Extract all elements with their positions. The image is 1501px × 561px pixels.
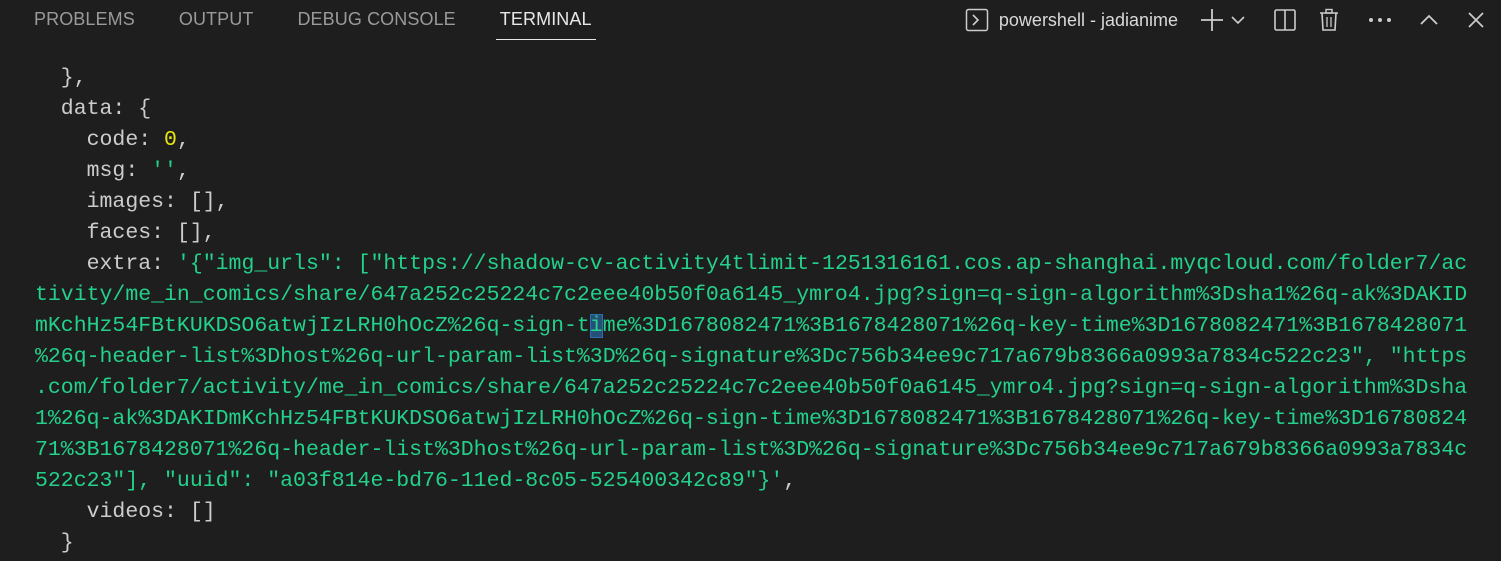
panel-actions: powershell - jadianime	[965, 0, 1501, 40]
tab-output[interactable]: OUTPUT	[179, 0, 254, 40]
terminal-icon	[965, 8, 989, 32]
panel-header: PROBLEMS OUTPUT DEBUG CONSOLE TERMINAL p…	[0, 0, 1501, 40]
chevron-down-icon[interactable]	[1229, 5, 1247, 35]
ellipsis-icon[interactable]	[1365, 5, 1395, 35]
terminal-line: .com/folder7/activity/me_in_comics/share…	[35, 376, 1468, 400]
terminal-line: extra: '{"img_urls": ["https://shadow-cv…	[35, 252, 1468, 276]
terminal-line: 522c23"], "uuid": "a03f814e-bd76-11ed-8c…	[35, 469, 797, 493]
plus-icon[interactable]	[1197, 5, 1227, 35]
terminal-line: images: [],	[35, 190, 229, 214]
terminal-line: tivity/me_in_comics/share/647a252c25224c…	[35, 283, 1468, 307]
chevron-up-icon[interactable]	[1414, 5, 1444, 35]
tab-terminal[interactable]: TERMINAL	[495, 0, 596, 40]
terminal-line: msg: '',	[35, 159, 190, 183]
terminal-line: code: 0,	[35, 128, 190, 152]
panel-tabs: PROBLEMS OUTPUT DEBUG CONSOLE TERMINAL	[34, 0, 640, 40]
tab-problems[interactable]: PROBLEMS	[34, 0, 135, 40]
terminal-line: 71%3B1678428071%26q-header-list%3Dhost%2…	[35, 438, 1468, 462]
terminal-name: powershell - jadianime	[998, 9, 1178, 30]
terminal-line: }	[35, 531, 74, 555]
terminal-line: data: {	[35, 97, 152, 121]
terminal-selector[interactable]: powershell - jadianime	[965, 8, 1178, 32]
tab-debug-console[interactable]: DEBUG CONSOLE	[297, 0, 455, 40]
terminal-line: faces: [],	[35, 221, 216, 245]
terminal-scrollbar[interactable]	[1487, 40, 1501, 561]
terminal-output[interactable]: }, data: { code: 0, msg: '', images: [],…	[0, 60, 1501, 561]
terminal-line: 1%26q-ak%3DAKIDmKchHz54FBtKUKDSO6atwjIzL…	[35, 407, 1468, 431]
terminal-line: videos: []	[35, 500, 216, 524]
terminal-line: mKchHz54FBtKUKDSO6atwjIzLRH0hOcZ%26q-sig…	[35, 314, 1468, 338]
terminal-line: %26q-header-list%3Dhost%26q-url-param-li…	[35, 345, 1468, 369]
split-icon[interactable]	[1270, 5, 1300, 35]
terminal-cursor: i	[589, 314, 603, 338]
trash-icon[interactable]	[1314, 5, 1344, 35]
close-icon[interactable]	[1461, 5, 1491, 35]
terminal-line: },	[35, 66, 87, 90]
